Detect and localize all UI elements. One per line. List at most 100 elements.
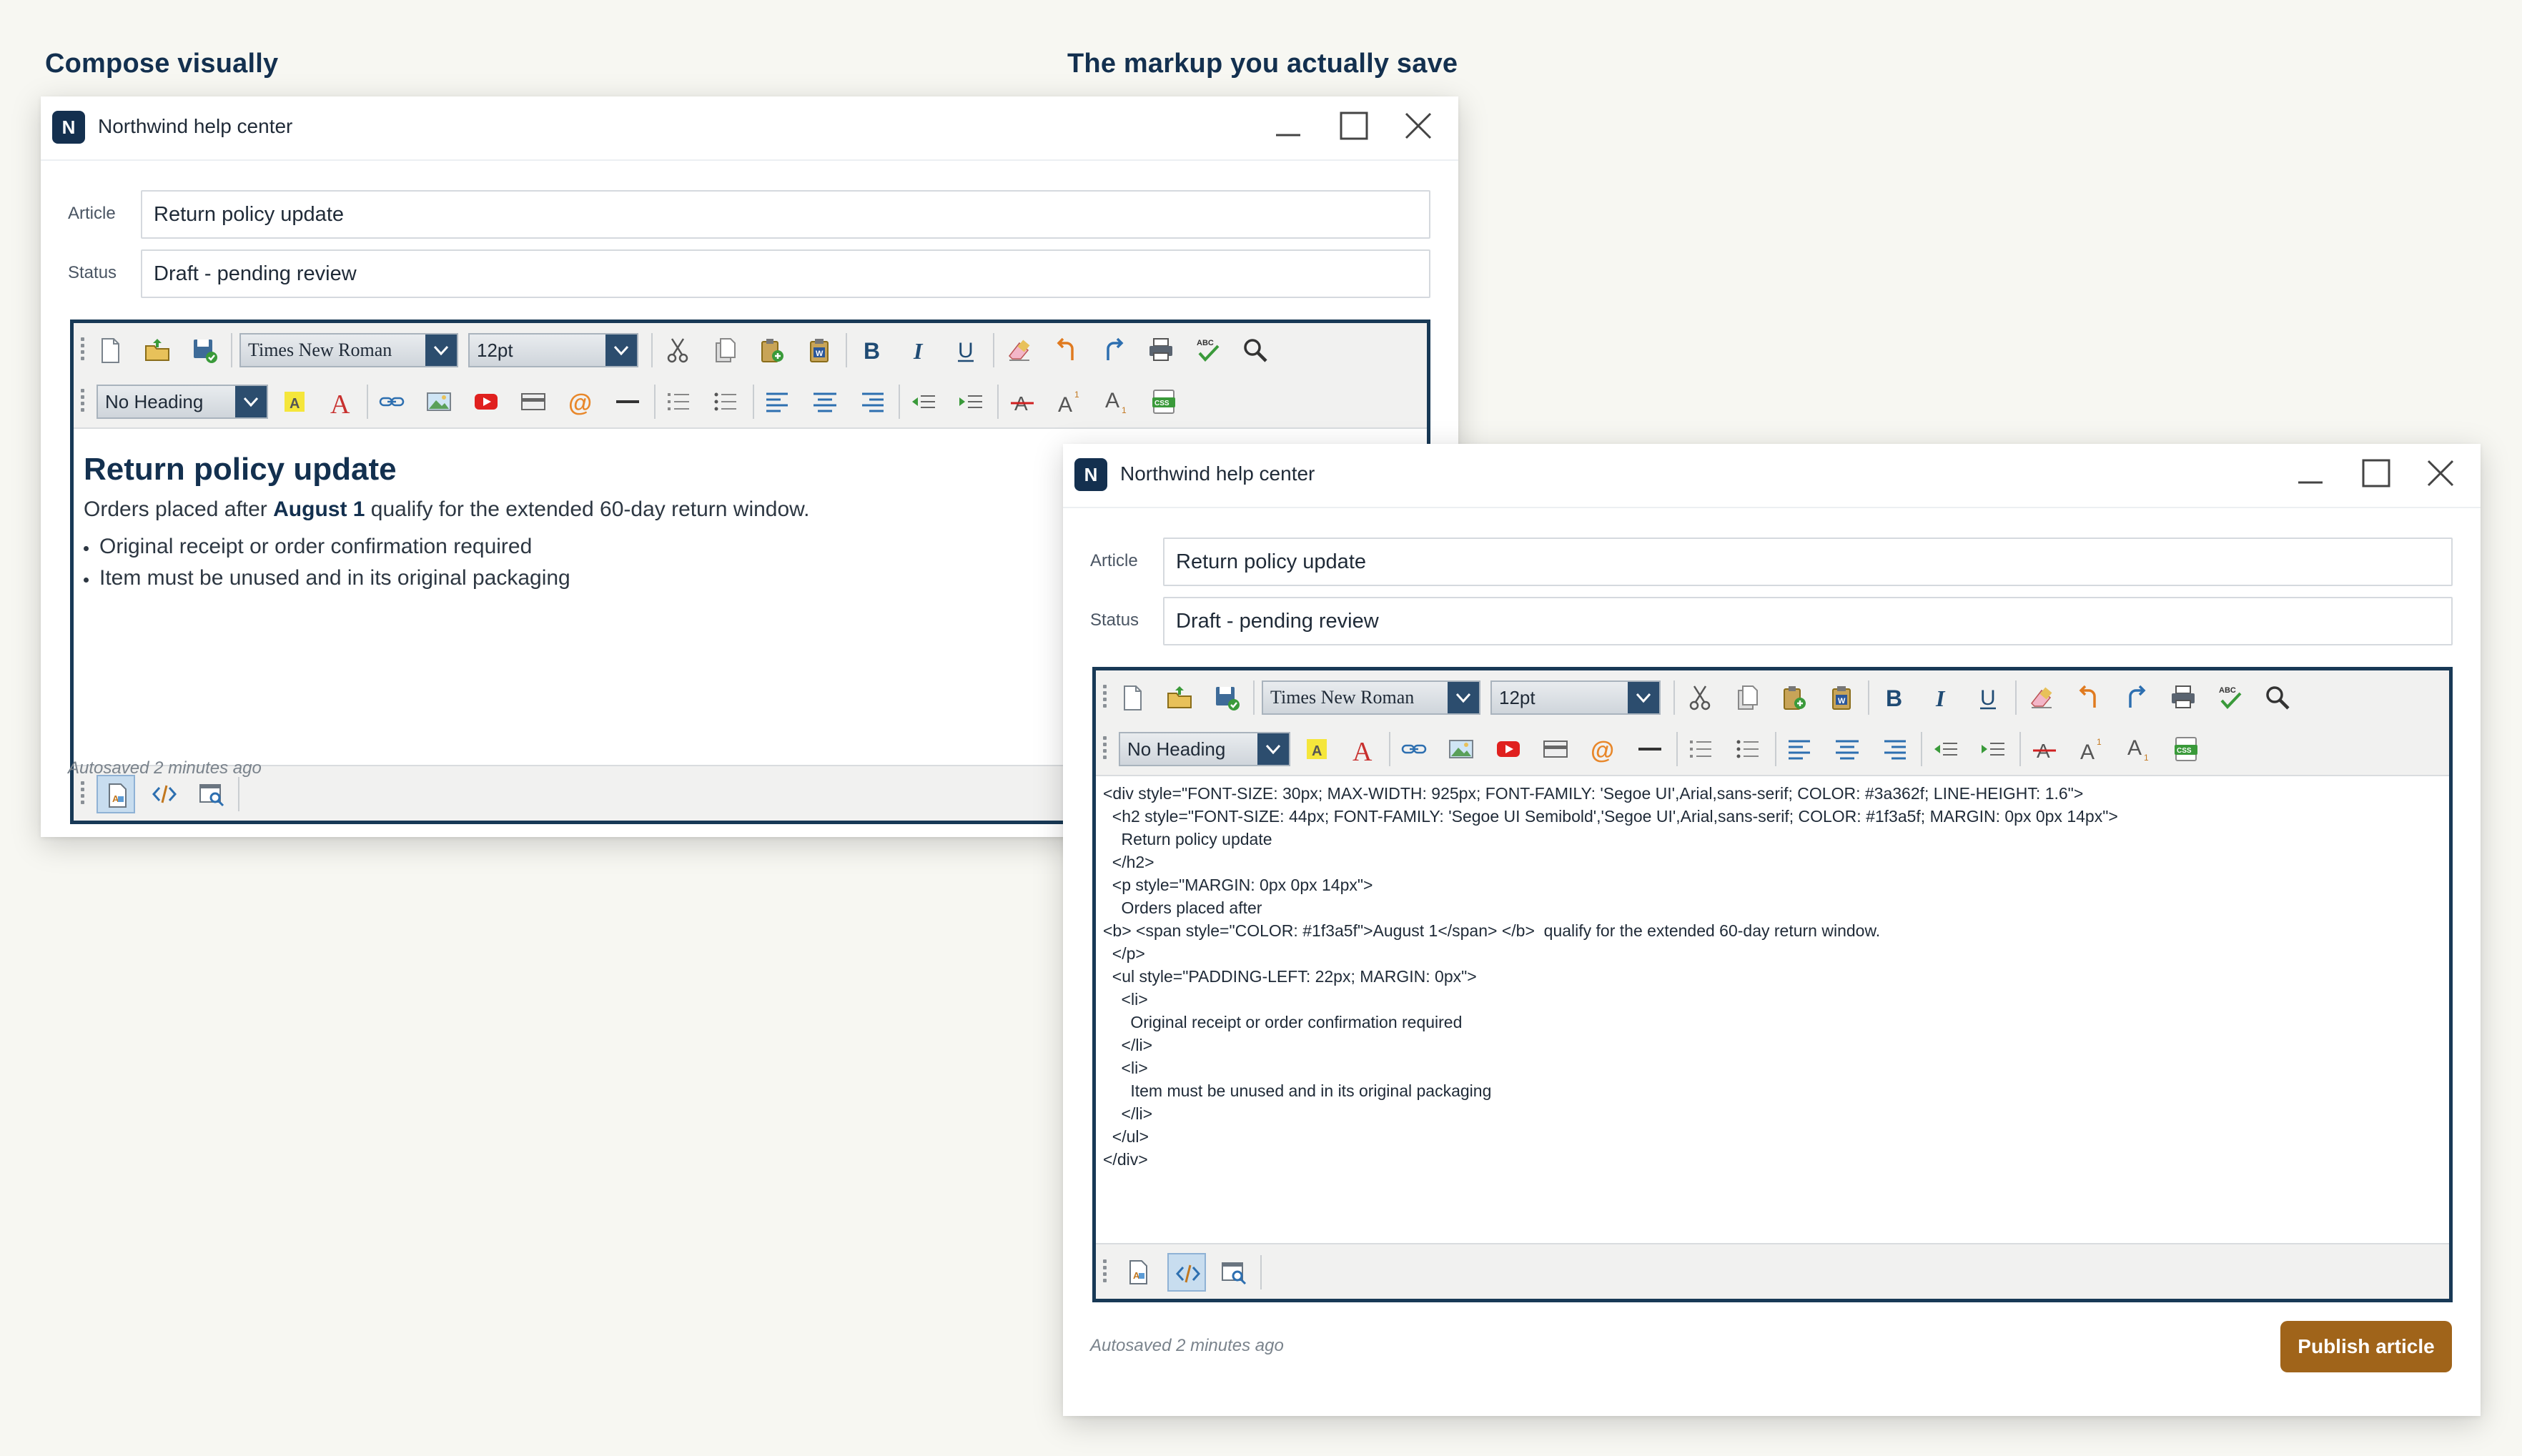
grip-handle[interactable] [1103,736,1107,762]
font-color-icon[interactable]: A [321,382,360,421]
align-left-icon[interactable] [1781,730,1819,768]
spellcheck-icon[interactable]: ABC [2211,678,2250,717]
email-icon[interactable]: @ [1583,730,1622,768]
minimize-icon[interactable] [2293,455,2328,491]
subscript-icon[interactable]: A1 [2120,730,2158,768]
save-icon[interactable] [1207,678,1246,717]
copy-icon[interactable] [1728,678,1766,717]
close-icon[interactable] [1400,108,1436,144]
font-family-select[interactable]: Times New Roman [1262,680,1480,715]
table-icon[interactable] [1536,730,1575,768]
email-icon[interactable]: @ [561,382,600,421]
undo-icon[interactable] [2069,678,2108,717]
link-icon[interactable] [1395,730,1433,768]
align-center-icon[interactable] [1828,730,1866,768]
print-icon[interactable] [1142,331,1180,370]
paste-icon[interactable] [753,331,791,370]
grip-handle[interactable] [1103,685,1107,710]
ordered-list-icon[interactable] [660,382,698,421]
minimize-icon[interactable] [1270,108,1306,144]
highlight-icon[interactable]: A [275,382,314,421]
cut-icon[interactable] [1681,678,1719,717]
grip-handle[interactable] [81,389,85,415]
font-size-select[interactable]: 12pt [468,333,638,367]
close-icon[interactable] [2423,455,2458,491]
underline-icon[interactable]: U [947,331,986,370]
align-right-icon[interactable] [1875,730,1914,768]
ordered-list-icon[interactable] [1682,730,1721,768]
cut-icon[interactable] [658,331,697,370]
horizontal-rule-icon[interactable] [1631,730,1669,768]
clear-format-icon[interactable] [2022,678,2061,717]
css-icon[interactable]: CSS [2167,730,2205,768]
redo-icon[interactable] [2117,678,2155,717]
italic-icon[interactable]: I [1922,678,1961,717]
new-document-icon[interactable] [91,331,129,370]
font-size-select[interactable]: 12pt [1490,680,1661,715]
publish-article-button[interactable]: Publish article [2280,1321,2452,1372]
open-folder-icon[interactable] [138,331,177,370]
bold-icon[interactable]: B [1875,678,1914,717]
clear-format-icon[interactable] [1000,331,1039,370]
code-mode-button[interactable] [145,775,184,813]
indent-icon[interactable] [951,382,990,421]
redo-icon[interactable] [1094,331,1133,370]
indent-icon[interactable] [1974,730,2012,768]
font-color-icon[interactable]: A [1343,730,1382,768]
code-mode-button[interactable] [1167,1253,1206,1292]
strikethrough-icon[interactable]: A [1003,382,1042,421]
heading-select[interactable]: No Heading [1119,732,1290,766]
bold-icon[interactable]: B [853,331,891,370]
image-icon[interactable] [1442,730,1480,768]
article-field[interactable]: Return policy update [1163,538,2453,586]
undo-icon[interactable] [1047,331,1086,370]
italic-icon[interactable]: I [900,331,939,370]
design-mode-button[interactable]: A [1119,1253,1157,1292]
maximize-icon[interactable] [2358,455,2394,491]
new-document-icon[interactable] [1113,678,1152,717]
subscript-icon[interactable]: A1 [1097,382,1136,421]
css-icon[interactable]: CSS [1144,382,1183,421]
video-icon[interactable] [1489,730,1528,768]
status-field[interactable]: Draft - pending review [141,249,1430,298]
outdent-icon[interactable] [1927,730,1965,768]
print-icon[interactable] [2164,678,2202,717]
grip-handle[interactable] [81,337,85,363]
grip-handle[interactable] [1103,1259,1107,1285]
preview-mode-button[interactable] [1215,1253,1253,1292]
spellcheck-icon[interactable]: ABC [1189,331,1227,370]
align-left-icon[interactable] [758,382,797,421]
strikethrough-icon[interactable]: A [2025,730,2064,768]
unordered-list-icon[interactable] [707,382,746,421]
underline-icon[interactable]: U [1969,678,2008,717]
paste-icon[interactable] [1775,678,1814,717]
html-source-view[interactable]: <div style="FONT-SIZE: 30px; MAX-WIDTH: … [1096,776,2449,1248]
heading-select[interactable]: No Heading [97,385,268,419]
video-icon[interactable] [467,382,505,421]
preview-mode-button[interactable] [192,775,231,813]
horizontal-rule-icon[interactable] [608,382,647,421]
link-icon[interactable] [372,382,411,421]
table-icon[interactable] [514,382,553,421]
paste-from-word-icon[interactable]: W [800,331,839,370]
paste-from-word-icon[interactable]: W [1822,678,1861,717]
find-icon[interactable] [2258,678,2297,717]
status-field[interactable]: Draft - pending review [1163,597,2453,645]
superscript-icon[interactable]: A1 [1050,382,1089,421]
align-right-icon[interactable] [853,382,891,421]
highlight-icon[interactable]: A [1297,730,1336,768]
article-field[interactable]: Return policy update [141,190,1430,239]
image-icon[interactable] [420,382,458,421]
save-icon[interactable] [185,331,224,370]
find-icon[interactable] [1236,331,1275,370]
copy-icon[interactable] [706,331,744,370]
unordered-list-icon[interactable] [1729,730,1768,768]
font-family-select[interactable]: Times New Roman [239,333,458,367]
superscript-icon[interactable]: A1 [2072,730,2111,768]
align-center-icon[interactable] [806,382,844,421]
maximize-icon[interactable] [1336,108,1372,144]
design-mode-button[interactable]: A [97,775,135,813]
outdent-icon[interactable] [904,382,943,421]
open-folder-icon[interactable] [1160,678,1199,717]
grip-handle[interactable] [81,781,85,807]
